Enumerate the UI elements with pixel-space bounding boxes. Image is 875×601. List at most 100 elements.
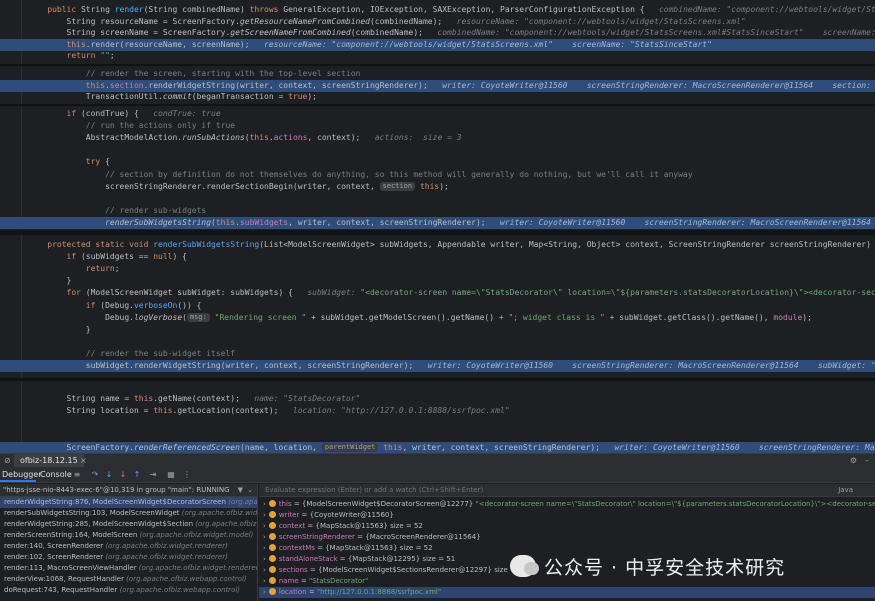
stack-frame[interactable]: renderScreenString:164, ModelScreen (org… — [0, 530, 257, 541]
code-token: .renderWidgetString(writer, context, scr… — [143, 80, 443, 90]
frame-package: (org.apache.ofbiz.widget.model) — [228, 498, 257, 506]
expand-arrow-icon[interactable]: › — [263, 511, 266, 519]
code-line[interactable]: ScreenFactory.renderReferencedScreen(nam… — [0, 441, 875, 453]
stack-frame[interactable]: renderView:1068, RequestHandler (org.apa… — [0, 574, 257, 585]
frame-method: render:113, MacroScreenViewHandler — [4, 564, 139, 572]
stack-frame[interactable]: render:140, ScreenRenderer (org.apache.o… — [0, 541, 257, 552]
run-to-cursor-icon[interactable]: ⇥ — [148, 470, 158, 480]
code-token: render — [114, 5, 144, 14]
variable-row[interactable]: › this = {ModelScreenWidget$DecoratorScre… — [259, 499, 875, 510]
code-token: String location = — [28, 406, 154, 416]
expand-arrow-icon[interactable]: › — [263, 544, 266, 552]
run-config-tab[interactable]: ofbiz-18.12.15 — [14, 454, 84, 467]
code-line[interactable]: AbstractModelAction.runSubActions(this.a… — [0, 132, 875, 144]
code-token: this — [383, 442, 403, 452]
code-line[interactable]: protected static void renderSubWidgetsSt… — [0, 239, 875, 251]
code-line[interactable]: // render the sub-widget itself — [0, 348, 875, 360]
chevron-down-icon[interactable]: ⌄ — [247, 484, 253, 496]
code-line[interactable]: for (ModelScreenWidget subWidget: subWid… — [0, 287, 875, 299]
code-line[interactable]: subWidget.renderWidgetString(writer, con… — [0, 360, 875, 372]
expand-arrow-icon[interactable]: › — [263, 555, 266, 563]
frame-method: renderWidgetString:285, ModelScreenWidge… — [4, 520, 196, 528]
frame-package: (org.apache.ofbiz.webapp.control) — [119, 586, 241, 594]
settings-icon[interactable]: ⚙ — [850, 454, 857, 467]
evaluate-expression-field[interactable]: Evaluate expression (Enter) or add a wat… — [259, 484, 875, 497]
frame-method: renderWidgetString:876, ModelScreenWidge… — [4, 498, 229, 506]
filter-icon[interactable]: ▼ — [238, 484, 243, 496]
code-line[interactable] — [0, 336, 875, 348]
stack-frame[interactable]: renderWidgetString:285, ModelScreenWidge… — [0, 519, 257, 530]
code-line[interactable]: this.render(resourceName, screenName); r… — [0, 38, 875, 51]
code-line[interactable]: try { — [0, 156, 875, 168]
code-line[interactable]: if (Debug.verboseOn()) { — [0, 300, 875, 312]
code-line[interactable]: if (subWidgets == null) { — [0, 251, 875, 263]
stack-frame[interactable]: renderWidgetString:876, ModelScreenWidge… — [0, 497, 257, 508]
thread-selector[interactable]: "https-jsse-nio-8443-exec-6"@10,319 in g… — [0, 484, 258, 497]
code-token: subWidget.renderWidgetString(writer, con… — [28, 361, 428, 370]
code-line[interactable]: Debug.logVerbose(msg: "Rendering screen … — [0, 312, 875, 324]
evaluate-expression-icon[interactable]: ▦ — [166, 470, 176, 480]
variable-row[interactable]: › screenStringRenderer = {MacroScreenRend… — [259, 532, 875, 543]
stack-frame[interactable]: renderSubWidgetsString:103, ModelScreenW… — [0, 508, 257, 519]
code-line[interactable]: String resourceName = ScreenFactory.getR… — [0, 16, 875, 28]
code-line[interactable]: this.section.renderWidgetString(writer, … — [0, 79, 875, 92]
code-line[interactable]: } — [0, 324, 875, 336]
close-icon[interactable]: × — [80, 454, 87, 467]
restore-layout-icon[interactable]: ≡ — [72, 470, 82, 480]
expand-arrow-icon[interactable]: › — [263, 577, 266, 585]
code-line[interactable]: } — [0, 275, 875, 287]
step-over-icon[interactable]: ↷ — [90, 470, 100, 480]
code-line[interactable]: String name = this.getName(context); nam… — [0, 393, 875, 405]
equals-sign: = — [337, 555, 348, 563]
frame-method: renderScreenString:164, ModelScreen — [4, 531, 140, 539]
evaluate-placeholder: Evaluate expression (Enter) or add a wat… — [265, 486, 484, 494]
code-line[interactable] — [0, 381, 875, 393]
variable-row[interactable]: › writer = {CoyoteWriter@11560} — [259, 510, 875, 521]
code-line[interactable] — [0, 193, 875, 205]
tab-console[interactable]: Console — [38, 467, 72, 482]
equals-sign: = — [307, 566, 318, 574]
force-step-into-icon[interactable]: ↓ — [118, 470, 128, 480]
code-line[interactable]: return; — [0, 263, 875, 275]
equals-sign: = — [298, 577, 309, 585]
code-token: this — [66, 39, 86, 49]
code-line[interactable]: public String render(String combinedName… — [0, 4, 875, 16]
code-line[interactable]: // render sub-widgets — [0, 205, 875, 217]
stack-frame[interactable]: render:102, ScreenRenderer (org.apache.o… — [0, 552, 257, 563]
variable-row[interactable]: › location = "http://127.0.0.1:8888/ssrfp… — [259, 587, 875, 598]
code-token: // render the screen, starting with the … — [85, 69, 361, 78]
expand-arrow-icon[interactable]: › — [263, 500, 266, 508]
code-token: null — [153, 252, 173, 262]
code-line[interactable]: // render the screen, starting with the … — [0, 68, 875, 80]
code-token: section — [109, 80, 144, 90]
minimize-icon[interactable]: – — [865, 454, 869, 467]
code-token: combinedName: "component://webtools/widg… — [437, 28, 875, 37]
code-line[interactable] — [0, 144, 875, 156]
expand-arrow-icon[interactable]: › — [263, 566, 266, 574]
stack-frame[interactable]: doRequest:743, RequestHandler (org.apach… — [0, 585, 257, 596]
stack-frame[interactable]: render:113, MacroScreenViewHandler (org.… — [0, 563, 257, 574]
code-line[interactable]: TransactionUtil.commit(beganTransaction … — [0, 91, 875, 103]
more-icon[interactable]: ⋮ — [182, 470, 192, 480]
expand-arrow-icon[interactable]: › — [263, 588, 266, 596]
code-line[interactable]: String location = this.getLocation(conte… — [0, 405, 875, 417]
variable-row[interactable]: › context = {MapStack@11563} size = 52 — [259, 521, 875, 532]
code-line[interactable] — [0, 417, 875, 429]
step-into-icon[interactable]: ↓ — [104, 470, 114, 480]
expand-arrow-icon[interactable]: › — [263, 533, 266, 541]
step-out-icon[interactable]: ↑ — [132, 470, 142, 480]
code-line[interactable]: return ""; — [0, 50, 875, 62]
code-line[interactable]: if (condTrue) { condTrue: true — [0, 108, 875, 120]
language-selector[interactable]: Java — [838, 484, 853, 497]
code-line[interactable]: // section by definition do not themselv… — [0, 169, 875, 181]
frames-list: renderWidgetString:876, ModelScreenWidge… — [0, 497, 258, 601]
code-line[interactable]: // run the actions only if true — [0, 120, 875, 132]
code-line[interactable]: renderSubWidgetsString(this.subWidgets, … — [0, 216, 875, 229]
code-line[interactable]: screenStringRenderer.renderSectionBegin(… — [0, 181, 875, 193]
code-line[interactable]: String screenName = ScreenFactory.getScr… — [0, 27, 875, 39]
code-line[interactable] — [0, 429, 875, 441]
expand-arrow-icon[interactable]: › — [263, 522, 266, 530]
tab-debugger[interactable]: Debugger — [0, 467, 42, 482]
field-icon — [268, 500, 276, 507]
